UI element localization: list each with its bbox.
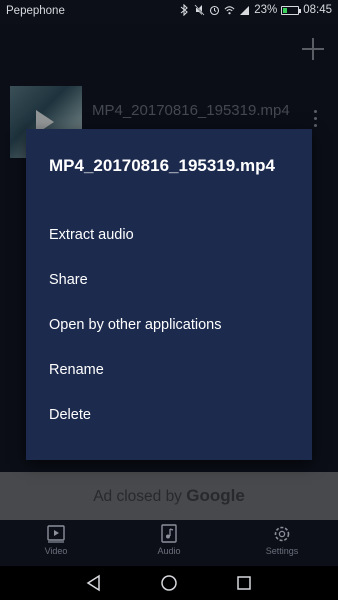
menu-item-rename[interactable]: Rename — [49, 360, 104, 380]
file-options-dialog: MP4_20170816_195319.mp4 Extract audio Sh… — [26, 129, 312, 460]
video-icon — [47, 525, 65, 543]
bluetooth-icon — [180, 4, 189, 16]
nav-video-label: Video — [44, 546, 68, 556]
gear-icon — [274, 526, 290, 542]
menu-item-delete[interactable]: Delete — [49, 405, 91, 425]
status-bar: Pepephone 23% 08:45 — [0, 0, 338, 24]
nav-audio-label: Audio — [157, 546, 181, 556]
wifi-icon — [224, 6, 235, 15]
signal-icon — [240, 6, 250, 15]
dialog-title: MP4_20170816_195319.mp4 — [49, 156, 275, 175]
menu-item-extract-audio[interactable]: Extract audio — [49, 225, 134, 245]
nav-settings-label: Settings — [265, 546, 299, 556]
battery-percent: 23% — [254, 4, 278, 16]
back-icon[interactable] — [84, 573, 104, 593]
bottom-navigation: Video Audio Settings — [0, 520, 338, 566]
menu-item-share[interactable]: Share — [49, 270, 88, 290]
menu-item-open-with[interactable]: Open by other applications — [49, 315, 222, 335]
battery-icon — [281, 5, 302, 15]
nav-settings[interactable]: Settings — [252, 524, 312, 556]
home-icon[interactable] — [159, 573, 179, 593]
audio-icon — [161, 524, 177, 543]
clock: 08:45 — [303, 4, 332, 16]
mute-icon — [194, 4, 205, 16]
recents-icon[interactable] — [234, 573, 254, 593]
nav-video[interactable]: Video — [26, 524, 86, 556]
app-screen: Pepephone 23% 08:45 MP4_20170816_195319.… — [0, 0, 338, 600]
status-icons: 23% 08:45 — [179, 4, 332, 16]
system-navigation-bar — [0, 566, 338, 600]
carrier-name: Pepephone — [6, 5, 65, 17]
nav-audio[interactable]: Audio — [139, 524, 199, 556]
alarm-icon — [210, 5, 220, 16]
